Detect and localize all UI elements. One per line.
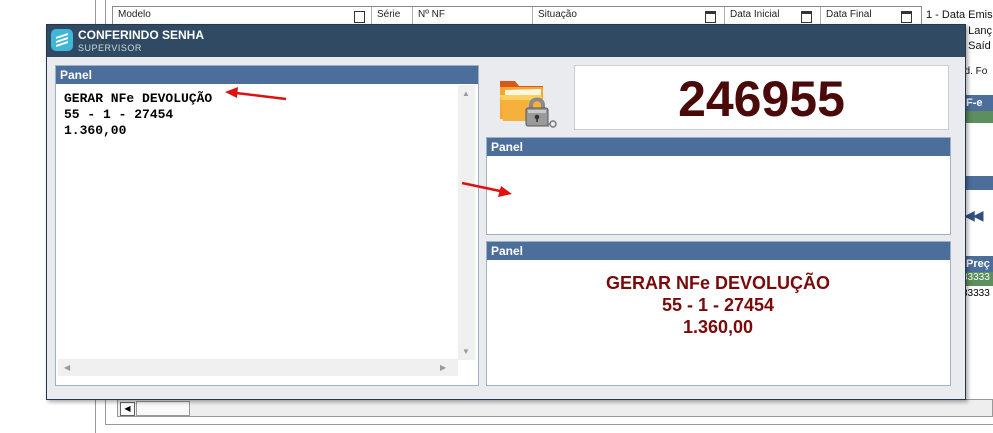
red-arrow-icon bbox=[225, 87, 287, 101]
annotation-layer bbox=[225, 87, 512, 197]
red-arrow-icon bbox=[461, 181, 512, 197]
